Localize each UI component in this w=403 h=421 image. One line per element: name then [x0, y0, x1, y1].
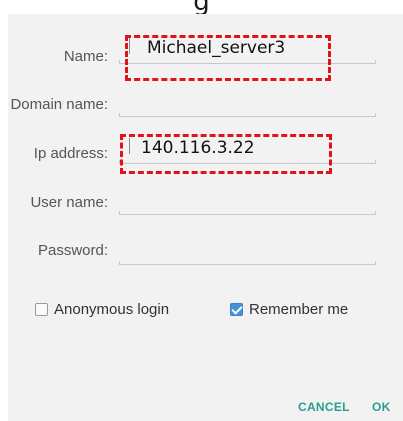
cancel-button[interactable]: CANCEL: [298, 400, 350, 414]
password-label: Password:: [37, 242, 108, 259]
password-field[interactable]: [119, 235, 376, 265]
text-cursor: [129, 138, 130, 154]
anonymous-login-checkbox[interactable]: Anonymous login: [35, 301, 169, 318]
domain-name-label: Domain name:: [10, 96, 108, 113]
name-field[interactable]: Michael_server3: [119, 34, 376, 64]
ip-address-label: Ip address:: [33, 145, 108, 162]
name-value: Michael_server3: [147, 38, 286, 58]
user-name-field[interactable]: [119, 185, 376, 215]
remember-me-label: Remember me: [249, 301, 349, 318]
domain-name-field[interactable]: [119, 87, 376, 117]
name-label: Name:: [63, 48, 108, 65]
title-fragment: g: [0, 0, 403, 14]
anonymous-login-label: Anonymous login: [54, 301, 170, 318]
ip-address-value: 140.116.3.22: [141, 138, 255, 158]
text-cursor: [129, 38, 130, 54]
user-name-label: User name:: [30, 194, 108, 211]
checkbox-checked-icon: [230, 303, 243, 316]
login-dialog: Name: Michael_server3 Domain name: Ip ad…: [8, 14, 403, 421]
ok-button[interactable]: OK: [372, 400, 391, 414]
remember-me-checkbox[interactable]: Remember me: [230, 301, 348, 318]
ip-address-field[interactable]: 140.116.3.22: [119, 134, 376, 164]
checkbox-unchecked-icon: [35, 303, 48, 316]
